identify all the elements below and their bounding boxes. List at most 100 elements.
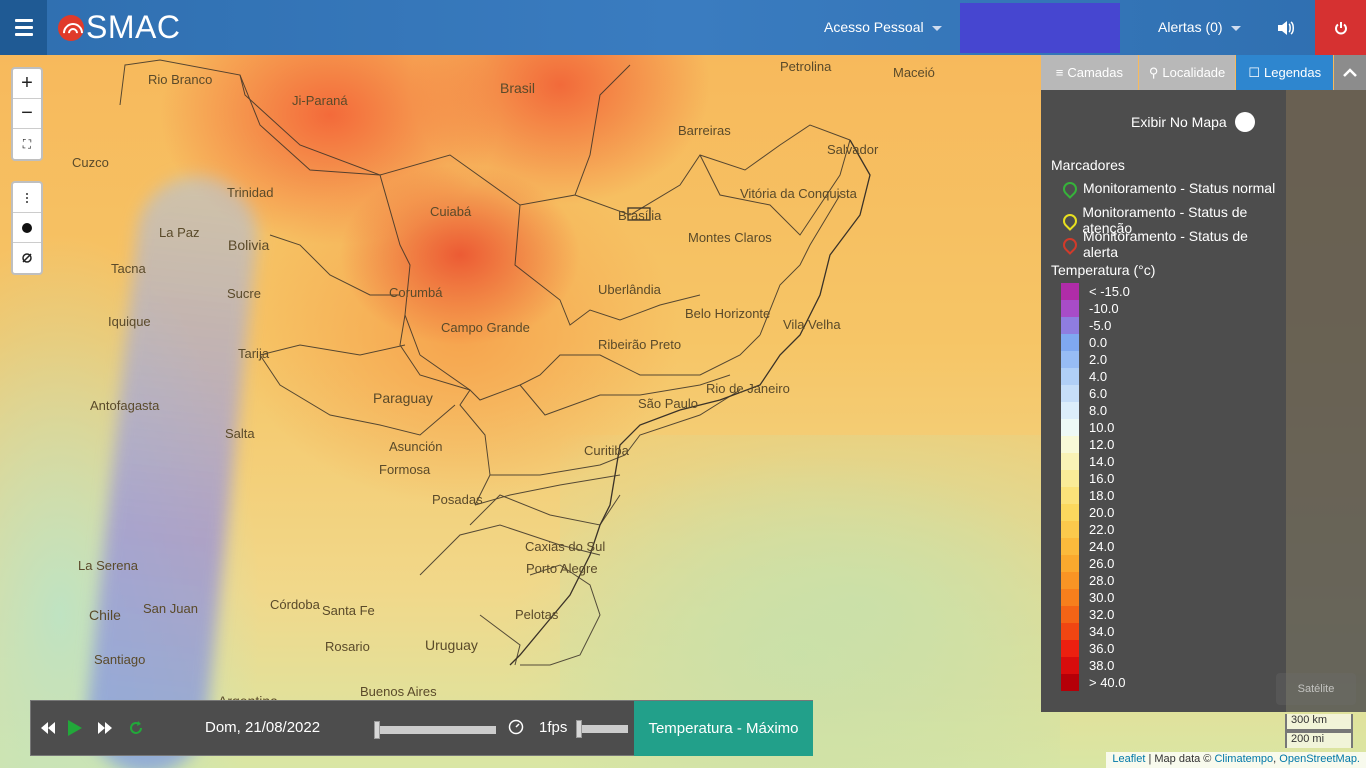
legend-item: 8.0 [1061, 402, 1130, 419]
map-label: Pelotas [515, 607, 559, 622]
logo[interactable]: SMAC [58, 9, 180, 46]
map-label: Salta [225, 426, 255, 441]
osm-link[interactable]: OpenStreetMap. [1279, 753, 1360, 765]
speed-slider[interactable] [576, 720, 628, 738]
acesso-pessoal-dropdown[interactable]: Acesso Pessoal [824, 19, 942, 35]
chevron-up-icon [1343, 67, 1357, 77]
map-label: La Paz [159, 225, 200, 240]
draw-line-button[interactable] [13, 183, 41, 213]
legend-swatch [1061, 657, 1079, 674]
legend-label: 38.0 [1089, 658, 1115, 673]
map-label: Cuzco [72, 155, 109, 170]
legend-label: 26.0 [1089, 556, 1115, 571]
draw-circle-button[interactable] [13, 213, 41, 243]
variable-selector[interactable]: Temperatura - Máximo [634, 701, 813, 756]
legend-label: 4.0 [1089, 369, 1108, 384]
tab-camadas[interactable]: ≡ Camadas [1041, 55, 1138, 90]
map-label: Petrolina [780, 59, 832, 74]
fullscreen-button[interactable]: ⛶ [13, 129, 41, 159]
timeline-slider-thumb[interactable] [374, 721, 380, 739]
legend-swatch [1061, 283, 1079, 300]
legend-panel: Exibir No Mapa Marcadores Monitoramento … [1041, 90, 1286, 712]
climatempo-link[interactable]: Climatempo [1214, 753, 1273, 765]
location-button[interactable] [13, 243, 41, 273]
menu-hamburger-button[interactable] [0, 0, 47, 55]
map-label: Brasil [500, 80, 536, 96]
map-label: Chile [89, 607, 121, 623]
menu-line [14, 26, 33, 29]
map-label: Uberlândia [598, 282, 661, 297]
legend-label: 22.0 [1089, 522, 1115, 537]
map-label: Formosa [379, 462, 431, 477]
satelite-button[interactable]: Satélite [1276, 673, 1356, 705]
map-label: Maceió [893, 65, 935, 80]
acesso-pessoal-label: Acesso Pessoal [824, 19, 924, 35]
map-label: Curitiba [584, 443, 629, 458]
alertas-dropdown[interactable]: Alertas (0) [1158, 19, 1241, 35]
zoom-in-button[interactable]: + [13, 69, 41, 99]
legend-item: 24.0 [1061, 538, 1130, 555]
fast-forward-icon[interactable] [97, 721, 113, 735]
timeline-slider[interactable] [374, 721, 496, 739]
fps-value: 1fps [539, 719, 568, 736]
legend-label: 30.0 [1089, 590, 1115, 605]
legend-item: > 40.0 [1061, 674, 1130, 691]
legend-item: 20.0 [1061, 504, 1130, 521]
map-label: Iquique [108, 314, 151, 329]
menu-line [14, 33, 33, 36]
zoom-control: + − ⛶ [11, 67, 43, 161]
legend-item: 6.0 [1061, 385, 1130, 402]
tab-camadas-label: Camadas [1067, 65, 1123, 80]
collapse-panel-button[interactable] [1334, 55, 1366, 90]
speed-slider-thumb[interactable] [576, 720, 582, 738]
rewind-icon[interactable] [40, 721, 56, 735]
square-icon: ☐ [1248, 64, 1261, 80]
legend-item: 12.0 [1061, 436, 1130, 453]
legend-item: 14.0 [1061, 453, 1130, 470]
scale-mi: 200 mi [1285, 731, 1353, 748]
panel-tabs: ≡ Camadas ⚲ Localidade ☐ Legendas [1041, 55, 1366, 90]
tab-legendas[interactable]: ☐ Legendas [1236, 55, 1334, 90]
map-label: Cuiabá [430, 204, 472, 219]
map-label: Santiago [94, 652, 146, 667]
map-label: Montes Claros [688, 230, 772, 245]
power-button[interactable] [1315, 0, 1366, 55]
exibir-toggle[interactable] [1234, 112, 1255, 132]
legend-swatch [1061, 436, 1079, 453]
legend-swatch [1061, 385, 1079, 402]
attribution-text: | Map data © [1145, 753, 1215, 765]
dotted-line-icon [26, 192, 28, 203]
legend-label: -5.0 [1089, 318, 1112, 333]
play-icon[interactable] [67, 719, 83, 737]
legend-item: 22.0 [1061, 521, 1130, 538]
map-label: Brasília [618, 208, 662, 223]
map-label: Sucre [227, 286, 261, 301]
legend-item: 34.0 [1061, 623, 1130, 640]
map-label: Vitória da Conquista [740, 186, 857, 201]
legend-item: 18.0 [1061, 487, 1130, 504]
legend-swatch [1061, 334, 1079, 351]
map-label: Tacna [111, 261, 146, 276]
legend-swatch [1061, 521, 1079, 538]
leaflet-link[interactable]: Leaflet [1112, 753, 1145, 765]
tab-localidade[interactable]: ⚲ Localidade [1138, 55, 1236, 90]
legend-swatch [1061, 589, 1079, 606]
legend-label: -10.0 [1089, 301, 1119, 316]
layers-icon: ≡ [1055, 65, 1064, 80]
tab-legendas-label: Legendas [1264, 65, 1322, 80]
circle-icon [22, 222, 32, 233]
legend-swatch [1061, 640, 1079, 657]
legend-label: 6.0 [1089, 386, 1108, 401]
map-label: Ji-Paraná [292, 93, 348, 108]
legend-label: 18.0 [1089, 488, 1115, 503]
marker-label: Monitoramento - Status normal [1083, 180, 1276, 196]
map-label: Rosario [325, 639, 370, 654]
sound-button[interactable] [1266, 0, 1306, 55]
refresh-icon[interactable] [128, 720, 144, 736]
legend-swatch [1061, 351, 1079, 368]
legend-swatch [1061, 487, 1079, 504]
legend-item: -10.0 [1061, 300, 1130, 317]
map-label: Trinidad [227, 185, 274, 200]
legend-item: 30.0 [1061, 589, 1130, 606]
zoom-out-button[interactable]: − [13, 99, 41, 129]
